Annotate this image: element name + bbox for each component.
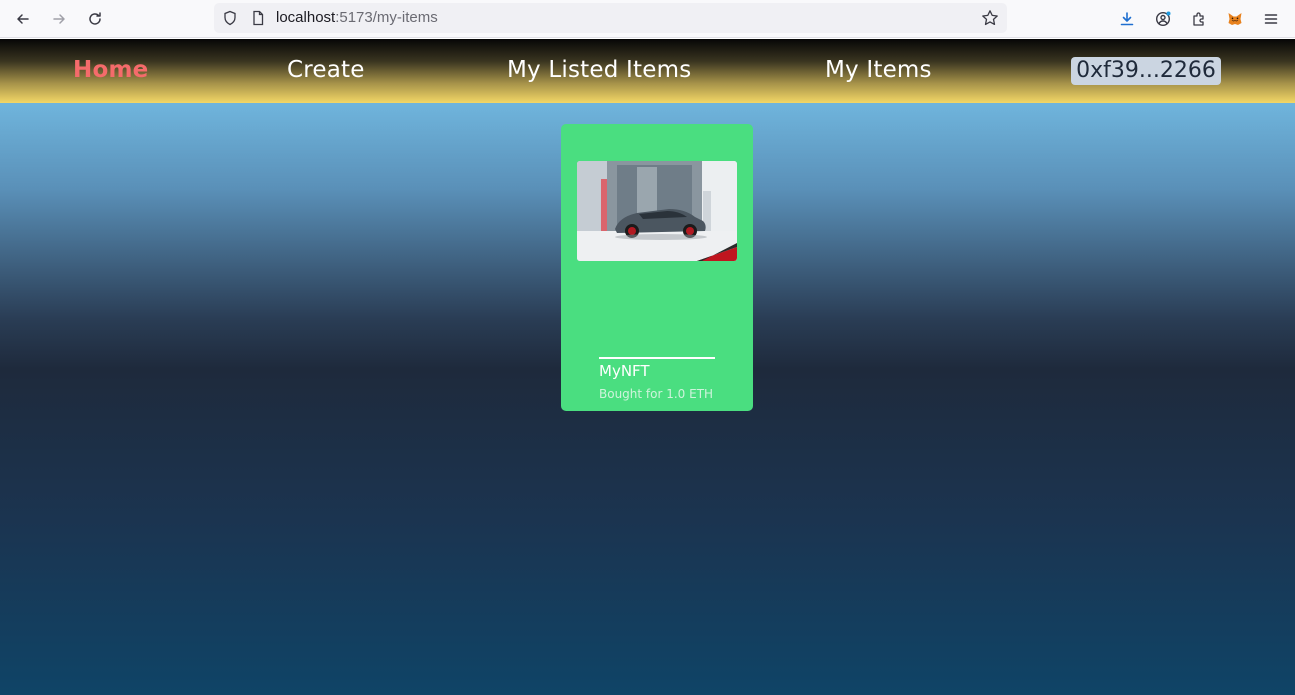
url-host: localhost [276,9,336,26]
card-divider [599,357,715,359]
url-bar[interactable]: localhost:5173/my-items [214,3,1007,33]
nav-create[interactable]: Create [287,57,365,83]
app-page: Home Create My Listed Items My Items 0xf… [0,39,1295,695]
reload-icon[interactable] [83,7,107,31]
forward-icon[interactable] [47,7,71,31]
wallet-address-button[interactable]: 0xf39...2266 [1071,57,1221,85]
car-photo-icon [577,161,737,261]
back-icon[interactable] [11,7,35,31]
nft-price: Bought for 1.0 ETH [599,387,714,401]
extensions-icon[interactable] [1187,7,1211,31]
menu-icon[interactable] [1259,7,1283,31]
url-text[interactable]: localhost:5173/my-items [276,9,438,26]
nav-my-listed-items[interactable]: My Listed Items [507,57,691,83]
nav-home[interactable]: Home [73,57,148,83]
nft-title: MyNFT [599,362,650,380]
nft-card[interactable]: MyNFT Bought for 1.0 ETH [561,124,753,411]
browser-toolbar: localhost:5173/my-items [0,0,1295,38]
metamask-fox-icon[interactable] [1223,7,1247,31]
account-icon[interactable] [1151,7,1175,31]
page-icon [253,10,264,26]
top-navbar: Home Create My Listed Items My Items 0xf… [0,39,1295,103]
nav-my-items[interactable]: My Items [825,57,932,83]
bookmark-star-icon[interactable] [981,9,999,27]
shield-icon[interactable] [222,10,238,26]
downloads-icon[interactable] [1115,7,1139,31]
url-path: :5173/my-items [335,9,438,26]
nft-image [577,161,737,261]
